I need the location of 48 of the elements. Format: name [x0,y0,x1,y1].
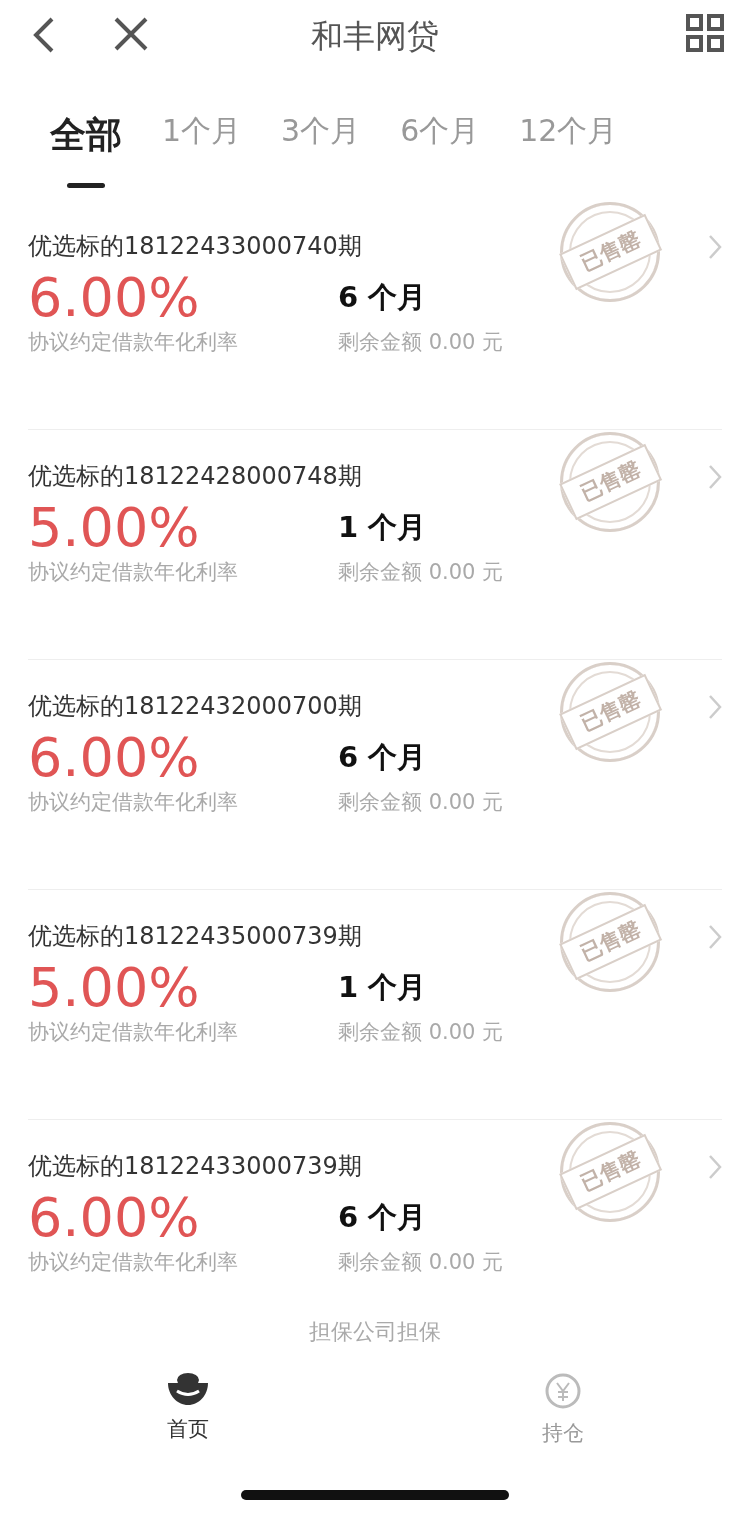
sold-out-stamp: 已售罄 [560,662,660,762]
nav-tab[interactable]: 持仓 [542,1372,584,1450]
remaining-amount: 剩余金额 0.00 元 [338,1019,504,1047]
nav-tab[interactable]: 首页 [166,1372,210,1450]
remaining-amount: 剩余金额 0.00 元 [338,559,504,587]
rate-label: 协议约定借款年化利率 [28,789,239,817]
loan-title: 优选标的18122435000739期 [28,921,362,952]
rate-label: 协议约定借款年化利率 [28,1249,239,1277]
loan-term: 1 个月 [338,968,428,1006]
rate-label: 协议约定借款年化利率 [28,1019,239,1047]
coin-icon [544,1372,582,1410]
interest-rate: 5.00% [28,958,201,1018]
tab[interactable]: 12个月 [519,108,618,188]
rate-label: 协议约定借款年化利率 [28,329,239,357]
tab[interactable]: 6个月 [400,108,480,188]
sold-out-stamp: 已售罄 [560,892,660,992]
page-title: 和丰网贷 [311,16,439,57]
loan-title: 优选标的18122432000700期 [28,691,362,722]
chevron-right-icon[interactable] [708,924,722,950]
tab[interactable]: 1个月 [162,108,242,188]
sold-out-stamp: 已售罄 [560,1122,660,1222]
guarantee-note: 担保公司担保 [308,1318,442,1346]
sold-out-stamp: 已售罄 [560,202,660,302]
loan-term: 6 个月 [338,738,428,776]
loan-title: 优选标的18122428000748期 [28,461,362,492]
chevron-right-icon[interactable] [708,234,722,260]
chevron-right-icon[interactable] [708,694,722,720]
interest-rate: 6.00% [28,1188,201,1248]
interest-rate: 5.00% [28,498,201,558]
interest-rate: 6.00% [28,728,201,788]
grid-icon[interactable] [686,14,724,52]
remaining-amount: 剩余金额 0.00 元 [338,329,504,357]
loan-term: 1 个月 [338,508,428,546]
loan-term: 6 个月 [338,278,428,316]
remaining-amount: 剩余金额 0.00 元 [338,789,504,817]
interest-rate: 6.00% [28,268,201,328]
ingot-icon [166,1372,210,1406]
chevron-right-icon[interactable] [708,1154,722,1180]
tab[interactable]: 全部 [50,108,122,188]
close-icon[interactable] [114,17,148,51]
tab[interactable]: 3个月 [281,108,361,188]
sold-out-stamp: 已售罄 [560,432,660,532]
loan-term: 6 个月 [338,1198,428,1236]
remaining-amount: 剩余金额 0.00 元 [338,1249,504,1277]
rate-label: 协议约定借款年化利率 [28,559,239,587]
loan-title: 优选标的18122433000740期 [28,231,362,262]
chevron-right-icon[interactable] [708,464,722,490]
loan-title: 优选标的18122433000739期 [28,1151,362,1182]
